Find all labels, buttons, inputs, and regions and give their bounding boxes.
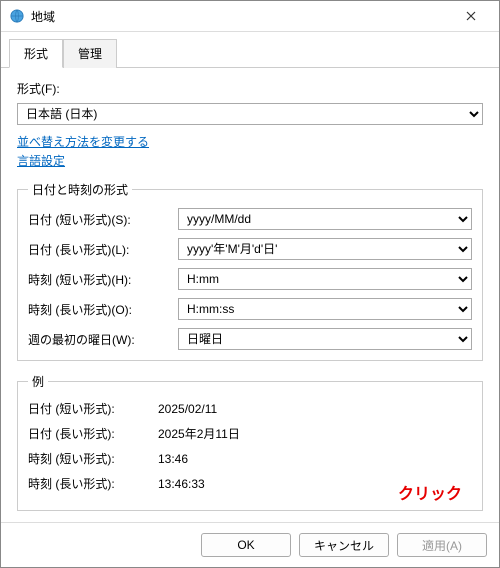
long-date-label: 日付 (長い形式)(L): (28, 241, 178, 258)
ex-short-time-value: 13:46 (158, 452, 188, 466)
close-icon (466, 11, 476, 21)
ex-short-time-label: 時刻 (短い形式): (28, 450, 158, 467)
content-area: 形式(F): 日本語 (日本) 並べ替え方法を変更する 言語設定 日付と時刻の形… (1, 68, 499, 522)
links-section: 並べ替え方法を変更する 言語設定 (17, 133, 483, 169)
format-label: 形式(F): (17, 80, 483, 97)
datetime-format-group: 日付と時刻の形式 日付 (短い形式)(S): yyyy/MM/dd 日付 (長い… (17, 181, 483, 361)
short-time-label: 時刻 (短い形式)(H): (28, 271, 178, 288)
window-title: 地域 (31, 8, 451, 25)
long-date-select[interactable]: yyyy'年'M'月'd'日' (178, 238, 472, 260)
example-group: 例 日付 (短い形式): 2025/02/11 日付 (長い形式): 2025年… (17, 373, 483, 511)
ex-short-date-value: 2025/02/11 (158, 402, 217, 416)
click-annotation: クリック (398, 480, 462, 504)
ok-button[interactable]: OK (201, 533, 291, 557)
tab-admin[interactable]: 管理 (63, 39, 117, 68)
tab-format[interactable]: 形式 (9, 39, 63, 68)
datetime-legend: 日付と時刻の形式 (28, 181, 132, 198)
cancel-button[interactable]: キャンセル (299, 533, 389, 557)
short-time-select[interactable]: H:mm (178, 268, 472, 290)
region-dialog: 地域 形式 管理 形式(F): 日本語 (日本) 並べ替え方法を変更する 言語設… (0, 0, 500, 568)
short-date-label: 日付 (短い形式)(S): (28, 211, 178, 228)
titlebar: 地域 (1, 1, 499, 32)
close-button[interactable] (451, 1, 491, 31)
short-date-select[interactable]: yyyy/MM/dd (178, 208, 472, 230)
language-settings-link[interactable]: 言語設定 (17, 152, 483, 169)
long-time-select[interactable]: H:mm:ss (178, 298, 472, 320)
globe-icon (9, 8, 25, 24)
example-legend: 例 (28, 373, 48, 390)
sort-method-link[interactable]: 並べ替え方法を変更する (17, 133, 483, 150)
ex-long-date-value: 2025年2月11日 (158, 425, 240, 442)
ex-long-time-label: 時刻 (長い形式): (28, 475, 158, 492)
dialog-footer: OK キャンセル 適用(A) (1, 522, 499, 567)
tab-strip: 形式 管理 (1, 32, 499, 68)
long-time-label: 時刻 (長い形式)(O): (28, 301, 178, 318)
format-select[interactable]: 日本語 (日本) (17, 103, 483, 125)
ex-short-date-label: 日付 (短い形式): (28, 400, 158, 417)
apply-button[interactable]: 適用(A) (397, 533, 487, 557)
ex-long-time-value: 13:46:33 (158, 477, 205, 491)
first-day-select[interactable]: 日曜日 (178, 328, 472, 350)
ex-long-date-label: 日付 (長い形式): (28, 425, 158, 442)
first-day-label: 週の最初の曜日(W): (28, 331, 178, 348)
